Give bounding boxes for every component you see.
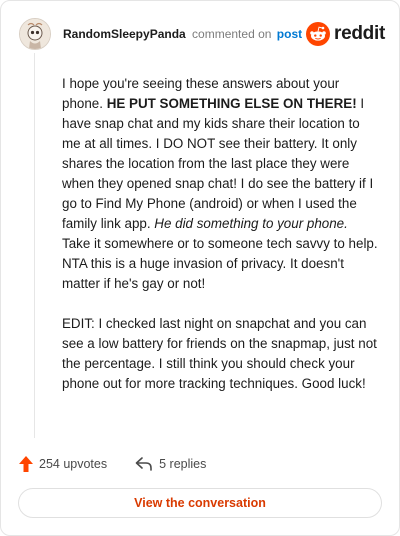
comment-text: Take it somewhere or to someone tech sav…: [62, 236, 378, 291]
upvote-button[interactable]: 254 upvotes: [19, 456, 107, 472]
avatar-image: [20, 19, 50, 49]
upvote-arrow-icon: [19, 456, 33, 472]
comment-header: RandomSleepyPanda commented on post redd…: [19, 17, 385, 51]
post-link[interactable]: post: [277, 27, 302, 41]
reddit-logo[interactable]: reddit: [306, 22, 385, 46]
thread-line: [34, 53, 35, 438]
reply-arrow-icon: [135, 457, 152, 471]
comment-body: I hope you're seeing these answers about…: [62, 74, 378, 414]
comment-italic-text: He did something to your phone.: [154, 216, 348, 231]
comment-card: RandomSleepyPanda commented on post redd…: [0, 0, 400, 536]
user-avatar[interactable]: [19, 18, 51, 50]
replies-button[interactable]: 5 replies: [135, 457, 206, 471]
comment-meta: RandomSleepyPanda commented on post: [63, 27, 302, 41]
comment-footer: 254 upvotes 5 replies: [19, 454, 206, 474]
view-conversation-button[interactable]: View the conversation: [18, 488, 382, 518]
comment-paragraph-2: EDIT: I checked last night on snapchat a…: [62, 316, 377, 391]
upvote-count: 254 upvotes: [39, 457, 108, 471]
comment-paragraph-1: I hope you're seeing these answers about…: [62, 74, 378, 294]
username[interactable]: RandomSleepyPanda: [63, 27, 186, 41]
comment-text: I have snap chat and my kids share their…: [62, 96, 374, 231]
reply-count: 5 replies: [159, 457, 207, 471]
brand-wordmark: reddit: [334, 23, 385, 44]
comment-bold-text: HE PUT SOMETHING ELSE ON THERE!: [106, 96, 357, 111]
commented-on-text: commented on: [192, 27, 272, 41]
reddit-snoo-icon: [306, 22, 331, 46]
